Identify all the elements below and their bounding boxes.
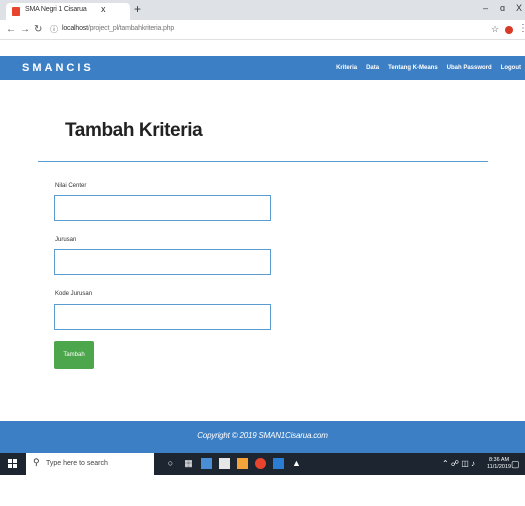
maximize-icon[interactable]: ɑ (500, 3, 505, 13)
windows-taskbar: ⚲ Type here to search ○ ▦ ▲ ⌃ ☍ ◫ ♪ 8:36… (0, 453, 525, 475)
notification-icon[interactable]: ▢ (511, 459, 520, 470)
tambah-button[interactable]: Tambah (54, 341, 94, 369)
taskbar-search-box[interactable]: ⚲ Type here to search (26, 453, 154, 475)
blank-area (0, 475, 525, 506)
nav-link-tentang-kmeans[interactable]: Tentang K-Means (388, 65, 438, 71)
url-field[interactable]: ⓘ localhost/project_pl/tambahkriteria.ph… (48, 23, 488, 37)
taskbar-clock[interactable]: 8:36 AM 11/1/2019 (487, 457, 511, 471)
store-icon[interactable] (219, 458, 230, 469)
tab-close-icon[interactable]: x (101, 4, 106, 14)
tab-title: SMA Negri 1 Cisarua (25, 6, 87, 13)
back-icon[interactable]: ← (6, 24, 16, 35)
people-icon[interactable]: ▲ (291, 458, 302, 469)
info-icon[interactable]: ⓘ (50, 24, 58, 35)
browser-tab[interactable]: SMA Negri 1 Cisarua x (6, 3, 130, 20)
word-icon[interactable] (273, 458, 284, 469)
nav-link-data[interactable]: Data (366, 65, 379, 71)
minimize-icon[interactable]: – (483, 3, 488, 13)
new-tab-icon[interactable]: + (134, 2, 141, 16)
jurusan-input[interactable] (54, 249, 271, 275)
browser-menu-icon[interactable]: ⋮ (518, 23, 525, 34)
reload-icon[interactable]: ↻ (34, 24, 42, 35)
address-bar: ← → ↻ ⓘ localhost/project_pl/tambahkrite… (0, 20, 525, 40)
xampp-icon[interactable] (237, 458, 248, 469)
kode-jurusan-label: Kode Jurusan (55, 291, 93, 297)
site-navbar: SMANCIS Kriteria Data Tentang K-Means Ub… (0, 56, 525, 80)
url-host: localhost (62, 25, 88, 32)
forward-icon[interactable]: → (20, 24, 30, 35)
taskbar-search-placeholder: Type here to search (46, 460, 108, 467)
clock-date: 11/1/2019 (487, 464, 512, 470)
url-text[interactable]: localhost/project_pl/tambahkriteria.php (62, 25, 174, 32)
copyright-text: Copyright © 2019 SMAN1Cisarua.com (197, 431, 328, 440)
windows-start-icon[interactable] (8, 459, 18, 469)
nav-link-ubah-password[interactable]: Ubah Password (447, 65, 492, 71)
search-icon: ⚲ (33, 457, 40, 467)
taskbar-app-icon[interactable] (201, 458, 212, 469)
brand-logo[interactable]: SMANCIS (22, 62, 94, 74)
chrome-icon[interactable] (255, 458, 266, 469)
system-tray-icons[interactable]: ⌃ ☍ ◫ ♪ (442, 459, 475, 468)
title-divider (38, 161, 488, 162)
page-title: Tambah Kriteria (65, 120, 203, 141)
browser-tab-strip: SMA Negri 1 Cisarua x + – ɑ X (0, 0, 525, 20)
nilai-center-input[interactable] (54, 195, 271, 221)
clock-time: 8:36 AM (488, 457, 510, 463)
url-path: /project_pl/tambahkriteria.php (87, 25, 175, 32)
favicon-icon (12, 7, 20, 16)
task-view-icon[interactable]: ▦ (183, 458, 194, 469)
profile-avatar-icon[interactable] (505, 26, 513, 34)
bookmark-star-icon[interactable]: ☆ (491, 24, 499, 35)
jurusan-label: Jurusan (55, 237, 77, 243)
site-footer: Copyright © 2019 SMAN1Cisarua.com (0, 421, 525, 453)
nav-link-logout[interactable]: Logout (501, 65, 521, 71)
nav-link-kriteria[interactable]: Kriteria (336, 65, 357, 71)
close-window-icon[interactable]: X (516, 3, 522, 13)
cortana-icon[interactable]: ○ (165, 458, 176, 469)
nilai-center-label: Nilai Center (55, 183, 87, 189)
nav-links: Kriteria Data Tentang K-Means Ubah Passw… (336, 65, 521, 71)
kode-jurusan-input[interactable] (54, 304, 271, 330)
